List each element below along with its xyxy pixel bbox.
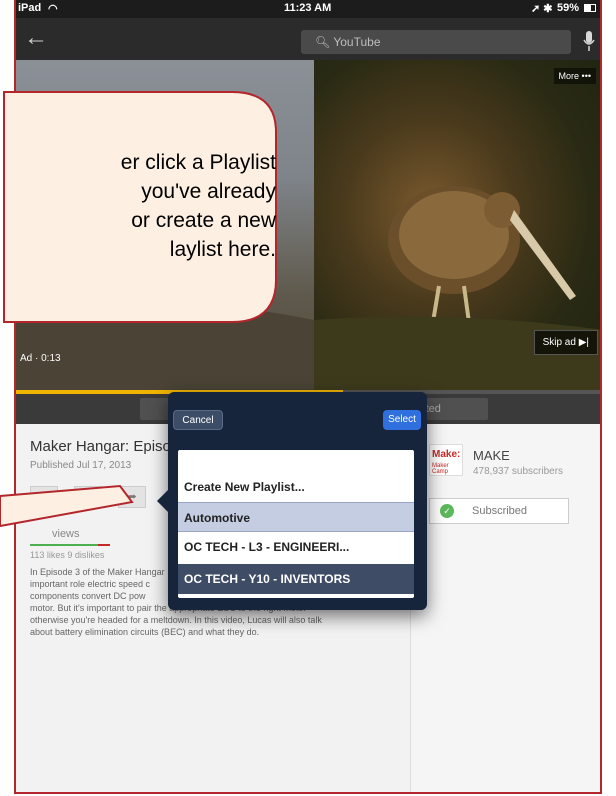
callout-text: er click a Playlist you've already or cr…	[120, 151, 276, 261]
callout-shape	[0, 91, 277, 528]
